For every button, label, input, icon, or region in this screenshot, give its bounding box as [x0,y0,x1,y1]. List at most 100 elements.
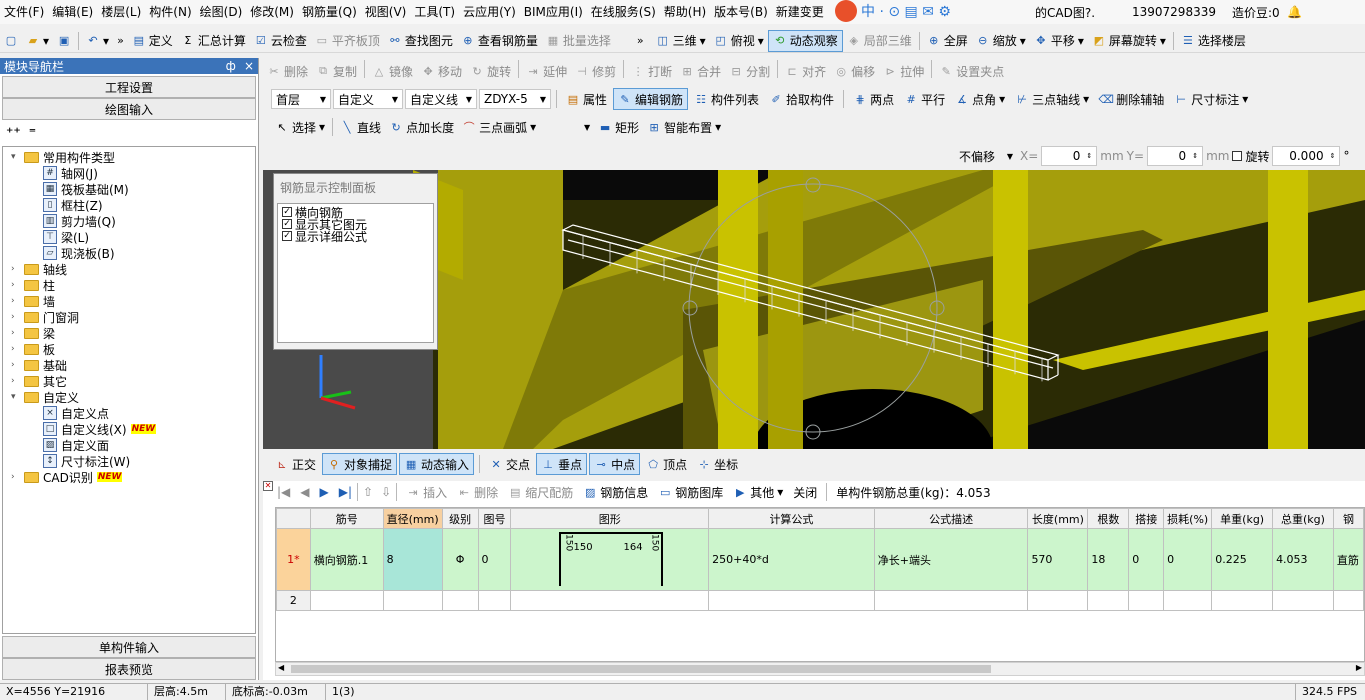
horizontal-scrollbar[interactable]: ◀ ▶ [275,662,1365,676]
table-cell[interactable] [1211,590,1274,611]
expand-icon[interactable]: › [11,360,20,370]
open-button[interactable]: ▰ ▾ [22,30,53,52]
subtype-select[interactable]: 自定义线 ▼ [405,89,477,109]
rotate-checkbox[interactable] [1232,151,1243,161]
dimension-button[interactable]: ⊢ 尺寸标注 ▾ [1170,88,1252,110]
table-cell[interactable] [873,590,1029,611]
tree-node[interactable]: ⊤ 梁(L) [43,229,89,245]
up-icon[interactable]: ⇧ [363,485,373,499]
top-view-button[interactable]: ◰ 俯视 ▾ [710,30,768,52]
viewport-3d[interactable]: 钢筋显示控制面板 ✓ 横向钢筋 ✓ 显示其它图元 ✓ 显示详细公式 [263,170,1365,449]
column-header[interactable]: 根数 [1087,508,1130,529]
report-preview-button[interactable]: 报表预览 [2,658,256,680]
menu-item[interactable]: 文件(F) [0,1,48,23]
type-select[interactable]: 自定义 ▼ [333,89,403,109]
tree-node[interactable]: ▯ 框柱(Z) [43,197,103,213]
select-tool-button[interactable]: ↖ 选择 ▾ [271,116,329,138]
column-header[interactable]: 级别 [441,508,479,529]
tree-node[interactable]: ▥ 剪力墙(Q) [43,213,116,229]
expand-icon[interactable]: › [11,264,20,274]
edit-tool-button[interactable]: ⊳ 拉伸 [879,60,928,82]
collapse-icon[interactable]: ▾ [11,392,20,402]
dynamic-input-button[interactable]: ▦ 动态输入 [399,453,475,475]
define-button[interactable]: ▤ 定义 [128,30,177,52]
tree-node[interactable]: ▨ 自定义面 [43,437,109,453]
menu-item[interactable]: 楼层(L) [97,1,145,23]
column-header[interactable]: 总重(kg) [1272,508,1334,529]
table-cell[interactable]: 0 [477,528,512,591]
first-icon[interactable]: |◀ [277,485,290,499]
tree-node[interactable]: ▾ 常用构件类型 [11,149,115,165]
column-header[interactable]: 长度(mm) [1027,508,1089,529]
draw-input-button[interactable]: 绘图输入 [2,98,256,120]
insert-button[interactable]: ⇥ 插入 [402,481,451,503]
table-cell[interactable]: 0.225 [1211,528,1274,591]
scroll-left-icon[interactable]: ◀ [278,663,284,672]
scale-rebar-button[interactable]: ▤ 缩尺配筋 [504,481,577,503]
table-cell[interactable] [1128,590,1165,611]
object-snap-button[interactable]: ⚲ 对象捕捉 [322,453,398,475]
delete-row-button[interactable]: ⇤ 删除 [453,481,502,503]
dynamic-observe-button[interactable]: ⟲ 动态观察 [767,29,843,52]
menu-item[interactable]: 新建变更 [772,1,828,23]
select-floor-button[interactable]: ☰ 选择楼层 [1177,30,1250,52]
new-file-button[interactable]: ▢ [0,30,22,52]
zoom-button[interactable]: ⊖ 缩放 ▾ [972,30,1030,52]
collapse-icon[interactable]: ▾ [11,152,20,162]
expand-icon[interactable]: › [11,472,20,482]
expand-icon[interactable]: › [11,328,20,338]
expand-icon[interactable]: › [11,344,20,354]
expand-icon[interactable]: › [11,376,20,386]
tree-node[interactable]: › 其它 [11,373,67,389]
table-cell[interactable]: 18 [1087,528,1130,591]
table-cell[interactable]: 0 [1128,528,1165,591]
next-icon[interactable]: ▶ [320,485,329,499]
edit-tool-button[interactable]: ⊣ 修剪 [571,60,620,82]
expand-icon[interactable]: › [11,296,20,306]
edit-tool-button[interactable]: ⋮ 打断 [627,60,676,82]
cad-link[interactable]: 的CAD图?. [1035,4,1095,21]
column-header[interactable]: 搭接 [1128,508,1165,529]
rectangle-button[interactable]: ▬ 矩形 [594,116,643,138]
perpendicular-snap-button[interactable]: ⊥ 垂点 [536,453,588,475]
table-cell[interactable]: 0 [1163,528,1213,591]
table-cell[interactable]: 直筋 [1332,528,1364,591]
table-cell[interactable]: 净长+端头 [873,528,1029,591]
bell-icon[interactable]: 🔔 [1287,5,1302,19]
option-checkbox[interactable]: ✓ [282,219,292,229]
parallel-button[interactable]: # 平行 [900,88,949,110]
close-icon[interactable]: × [244,59,254,73]
arc-mode-select[interactable]: ▼ [540,117,594,137]
column-header[interactable]: 单重(kg) [1211,508,1274,529]
column-header[interactable]: 公式描述 [873,508,1029,529]
edit-tool-button[interactable]: ⊞ 合并 [676,60,725,82]
other-button[interactable]: ▶ 其他 ▾ [729,481,787,503]
undo-button[interactable]: ↶ ▾ [82,30,113,52]
table-cell[interactable]: 570 [1027,528,1089,591]
menu-item[interactable]: 钢筋量(Q) [298,1,361,23]
scrollbar-thumb[interactable] [291,665,991,673]
pin-icon[interactable]: ф [226,59,236,73]
attribute-button[interactable]: ▤ 属性 [562,88,611,110]
point-length-button[interactable]: ↻ 点加长度 [385,116,458,138]
menu-item[interactable]: 云应用(Y) [459,1,520,23]
intersection-snap-button[interactable]: ✕ 交点 [485,453,534,475]
vertex-snap-button[interactable]: ⬠ 顶点 [642,453,691,475]
edit-tool-button[interactable]: ↻ 旋转 [466,60,515,82]
save-button[interactable]: ▣ [53,30,75,52]
tree-node[interactable]: › CAD识别 NEW [11,469,123,485]
expand-all-icon[interactable]: ⁺⁺ [6,125,21,141]
rebar-library-button[interactable]: ▭ 钢筋图库 [654,481,727,503]
screen-rotate-button[interactable]: ◩ 屏幕旋转 ▾ [1088,30,1170,52]
option-checkbox[interactable]: ✓ [282,207,292,217]
table-cell[interactable] [1027,590,1089,611]
three-d-button[interactable]: ◫ 三维 ▾ [652,30,710,52]
tree-node[interactable]: › 基础 [11,357,67,373]
table-cell[interactable] [1332,590,1364,611]
sum-calc-button[interactable]: Σ 汇总计算 [177,30,250,52]
last-icon[interactable]: ▶| [339,485,352,499]
edit-tool-button[interactable]: ⇥ 延伸 [522,60,571,82]
two-point-button[interactable]: ⋕ 两点 [849,88,898,110]
line-tool-button[interactable]: ╲ 直线 [336,116,385,138]
menu-item[interactable]: 视图(V) [361,1,411,23]
